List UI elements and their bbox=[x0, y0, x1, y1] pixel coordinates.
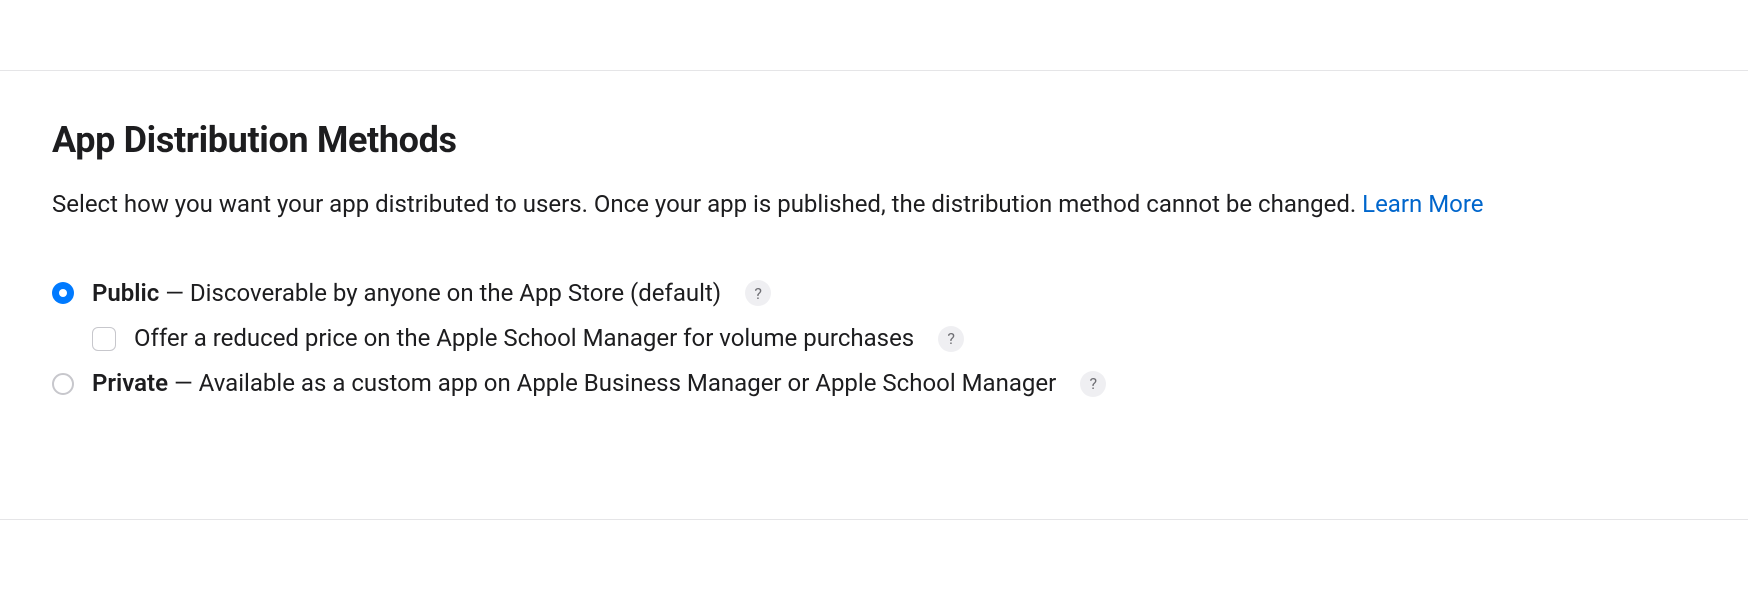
checkbox-reduced-price[interactable] bbox=[92, 327, 116, 351]
option-private-row: Private — Available as a custom app on A… bbox=[52, 368, 1696, 399]
help-icon[interactable]: ? bbox=[938, 326, 964, 352]
help-icon[interactable]: ? bbox=[1080, 371, 1106, 397]
option-public-label: Public bbox=[92, 279, 159, 307]
option-private-desc: — Available as a custom app on Apple Bus… bbox=[168, 369, 1056, 397]
description-text: Select how you want your app distributed… bbox=[52, 190, 1362, 218]
option-private-label: Private bbox=[92, 369, 168, 397]
radio-public[interactable] bbox=[52, 282, 74, 304]
help-icon[interactable]: ? bbox=[745, 280, 771, 306]
option-public-sub-row: Offer a reduced price on the Apple Schoo… bbox=[92, 323, 1696, 354]
option-public-row: Public — Discoverable by anyone on the A… bbox=[52, 278, 1696, 309]
content-wrapper: App Distribution Methods Select how you … bbox=[0, 119, 1748, 399]
option-public-desc: — Discoverable by anyone on the App Stor… bbox=[159, 279, 721, 307]
distribution-options: Public — Discoverable by anyone on the A… bbox=[52, 278, 1696, 400]
section-heading: App Distribution Methods bbox=[52, 119, 1696, 161]
learn-more-link[interactable]: Learn More bbox=[1362, 190, 1483, 218]
section-description: Select how you want your app distributed… bbox=[52, 187, 1696, 222]
radio-private[interactable] bbox=[52, 373, 74, 395]
option-public-text: Public — Discoverable by anyone on the A… bbox=[92, 278, 721, 309]
app-distribution-section: App Distribution Methods Select how you … bbox=[0, 70, 1748, 520]
option-public-sub-label: Offer a reduced price on the Apple Schoo… bbox=[134, 323, 914, 354]
option-private-text: Private — Available as a custom app on A… bbox=[92, 368, 1056, 399]
